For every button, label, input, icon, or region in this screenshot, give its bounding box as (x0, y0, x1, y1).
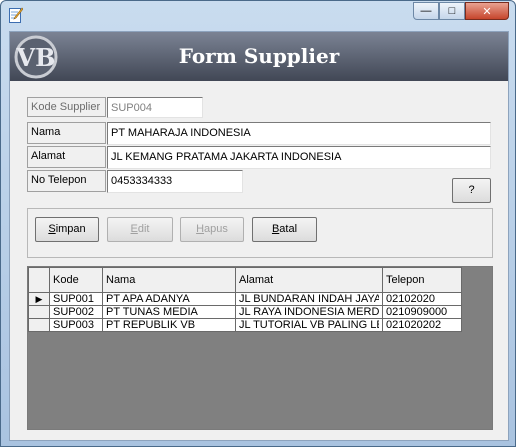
cell-telepon[interactable]: 0210909000 (382, 305, 462, 319)
simpan-button-label: Simpan (48, 223, 86, 235)
cell-nama[interactable]: PT REPUBLIK VB (102, 318, 236, 332)
cell-alamat[interactable]: JL BUNDARAN INDAH JAYA (235, 292, 383, 306)
no-telepon-label: No Telepon (27, 170, 106, 192)
close-button[interactable]: ✕ (465, 2, 509, 20)
column-header-telepon[interactable]: Telepon (382, 267, 462, 293)
cell-nama[interactable]: PT TUNAS MEDIA (102, 305, 236, 319)
supplier-form-window: — □ ✕ VB Form Supplier Kode Supplier Nam… (0, 0, 516, 447)
simpan-button[interactable]: Simpan (35, 217, 99, 242)
edit-button-label: Edit (130, 223, 150, 235)
table-header-row: Kode Nama Alamat Telepon (28, 267, 462, 293)
edit-form-icon (9, 7, 24, 23)
cell-alamat-text: JL BUNDARAN INDAH JAYA (239, 293, 379, 305)
kode-supplier-label: Kode Supplier (27, 97, 106, 117)
cell-nama[interactable]: PT APA ADANYA (102, 292, 236, 306)
edit-button[interactable]: Edit (107, 217, 173, 242)
supplier-table: Kode Nama Alamat Telepon ▶ SUP001 PT APA… (28, 267, 462, 332)
alamat-field[interactable]: JL KEMANG PRATAMA JAKARTA INDONESIA (107, 146, 491, 169)
hapus-button-label: Hapus (196, 223, 228, 235)
help-button[interactable]: ? (452, 178, 491, 203)
cell-kode[interactable]: SUP002 (49, 305, 103, 319)
cell-telepon[interactable]: 02102020 (382, 292, 462, 306)
cell-alamat[interactable]: JL TUTORIAL VB PALING LENGKAP (235, 318, 383, 332)
header-banner: VB Form Supplier (10, 32, 508, 81)
no-telepon-field[interactable]: 0453334333 (107, 170, 243, 193)
table-row[interactable]: SUP003 PT REPUBLIK VB JL TUTORIAL VB PAL… (28, 318, 462, 332)
cell-alamat-text: JL RAYA INDONESIA MERDEKA (239, 306, 379, 318)
row-selector-header (28, 267, 50, 293)
cell-kode[interactable]: SUP003 (49, 318, 103, 332)
maximize-button[interactable]: □ (439, 2, 465, 20)
column-header-alamat[interactable]: Alamat (235, 267, 383, 293)
column-header-kode[interactable]: Kode (49, 267, 103, 293)
cell-alamat-text: JL TUTORIAL VB PALING LENGKAP (239, 319, 379, 331)
supplier-data-grid[interactable]: Kode Nama Alamat Telepon ▶ SUP001 PT APA… (27, 266, 493, 430)
alamat-label: Alamat (27, 146, 106, 168)
page-title: Form Supplier (178, 44, 340, 68)
maximize-icon: □ (448, 5, 456, 17)
kode-supplier-field[interactable]: SUP004 (107, 97, 203, 118)
cell-telepon[interactable]: 021020202 (382, 318, 462, 332)
minimize-icon: — (420, 5, 432, 17)
table-row[interactable]: ▶ SUP001 PT APA ADANYA JL BUNDARAN INDAH… (28, 292, 462, 306)
row-selector[interactable] (28, 305, 50, 319)
minimize-button[interactable]: — (413, 2, 439, 20)
table-row[interactable]: SUP002 PT TUNAS MEDIA JL RAYA INDONESIA … (28, 305, 462, 319)
hapus-button[interactable]: Hapus (180, 217, 244, 242)
close-icon: ✕ (482, 5, 492, 18)
cell-kode[interactable]: SUP001 (49, 292, 103, 306)
form-client-area: VB Form Supplier Kode Supplier Nama Alam… (9, 31, 509, 441)
title-bar[interactable]: — □ ✕ (1, 1, 515, 29)
cell-alamat[interactable]: JL RAYA INDONESIA MERDEKA (235, 305, 383, 319)
column-header-nama[interactable]: Nama (102, 267, 236, 293)
current-row-indicator-icon[interactable]: ▶ (28, 292, 50, 306)
nama-label: Nama (27, 122, 106, 144)
nama-field[interactable]: PT MAHARAJA INDONESIA (107, 122, 491, 145)
batal-button[interactable]: Batal (252, 217, 317, 242)
batal-button-label: Batal (271, 223, 298, 235)
row-selector[interactable] (28, 318, 50, 332)
